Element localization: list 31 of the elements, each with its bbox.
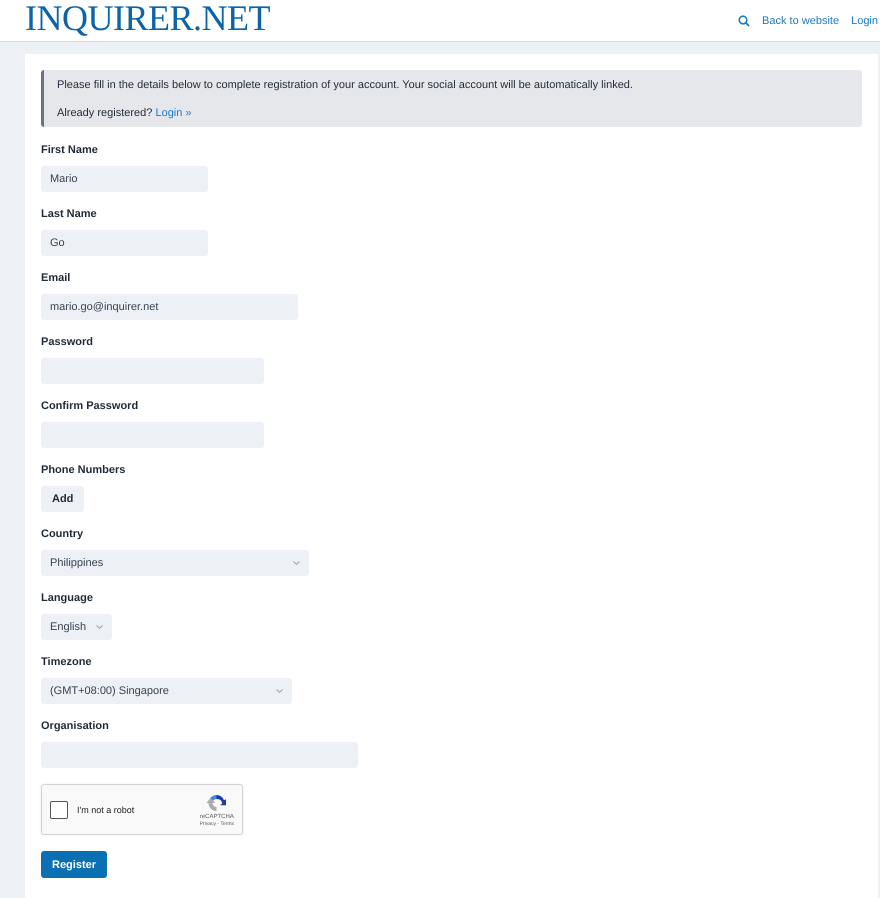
field-label: Timezone	[41, 656, 92, 670]
field-label: First Name	[41, 144, 98, 158]
select-field[interactable]: English	[41, 614, 112, 640]
field-label: Password	[41, 336, 93, 350]
chevron-icon	[276, 689, 283, 693]
input-field[interactable]: mario.go@inquirer.net	[41, 294, 298, 320]
input-field[interactable]: Mario	[41, 166, 208, 192]
search-icon[interactable]	[738, 14, 750, 26]
field-label: Country	[41, 528, 84, 542]
chevron-icon	[293, 561, 300, 565]
field-label: Email	[41, 272, 70, 286]
chevron-icon	[96, 625, 104, 629]
select-field[interactable]: Philippines	[41, 550, 309, 576]
nav-link[interactable]: Login	[851, 14, 878, 26]
notice-text: Already registered?	[57, 107, 152, 119]
field-label: Language	[41, 592, 93, 606]
site-logo[interactable]: INQUIRER.NET	[25, 0, 270, 36]
login-link[interactable]: Login »	[155, 107, 192, 119]
input-field[interactable]: Go	[41, 230, 208, 256]
field-label: Last Name	[41, 208, 97, 222]
captcha-label: I'm not a robot	[77, 804, 136, 814]
select-field[interactable]: (GMT+08:00) Singapore	[41, 678, 292, 704]
register-button[interactable]: Register	[41, 851, 108, 878]
notice-text: Please fill in the details below to complete registration of your account. Your social account will be automatically linked.	[57, 79, 633, 91]
field-label: Confirm Password	[41, 400, 138, 414]
add-button[interactable]: Add	[41, 486, 84, 512]
field-label: Phone Numbers	[41, 464, 126, 478]
recaptcha-logo-icon	[206, 792, 228, 812]
nav-link[interactable]: Back to website	[762, 14, 840, 26]
field-label: Organisation	[41, 720, 109, 734]
captcha-checkbox[interactable]	[50, 800, 68, 818]
